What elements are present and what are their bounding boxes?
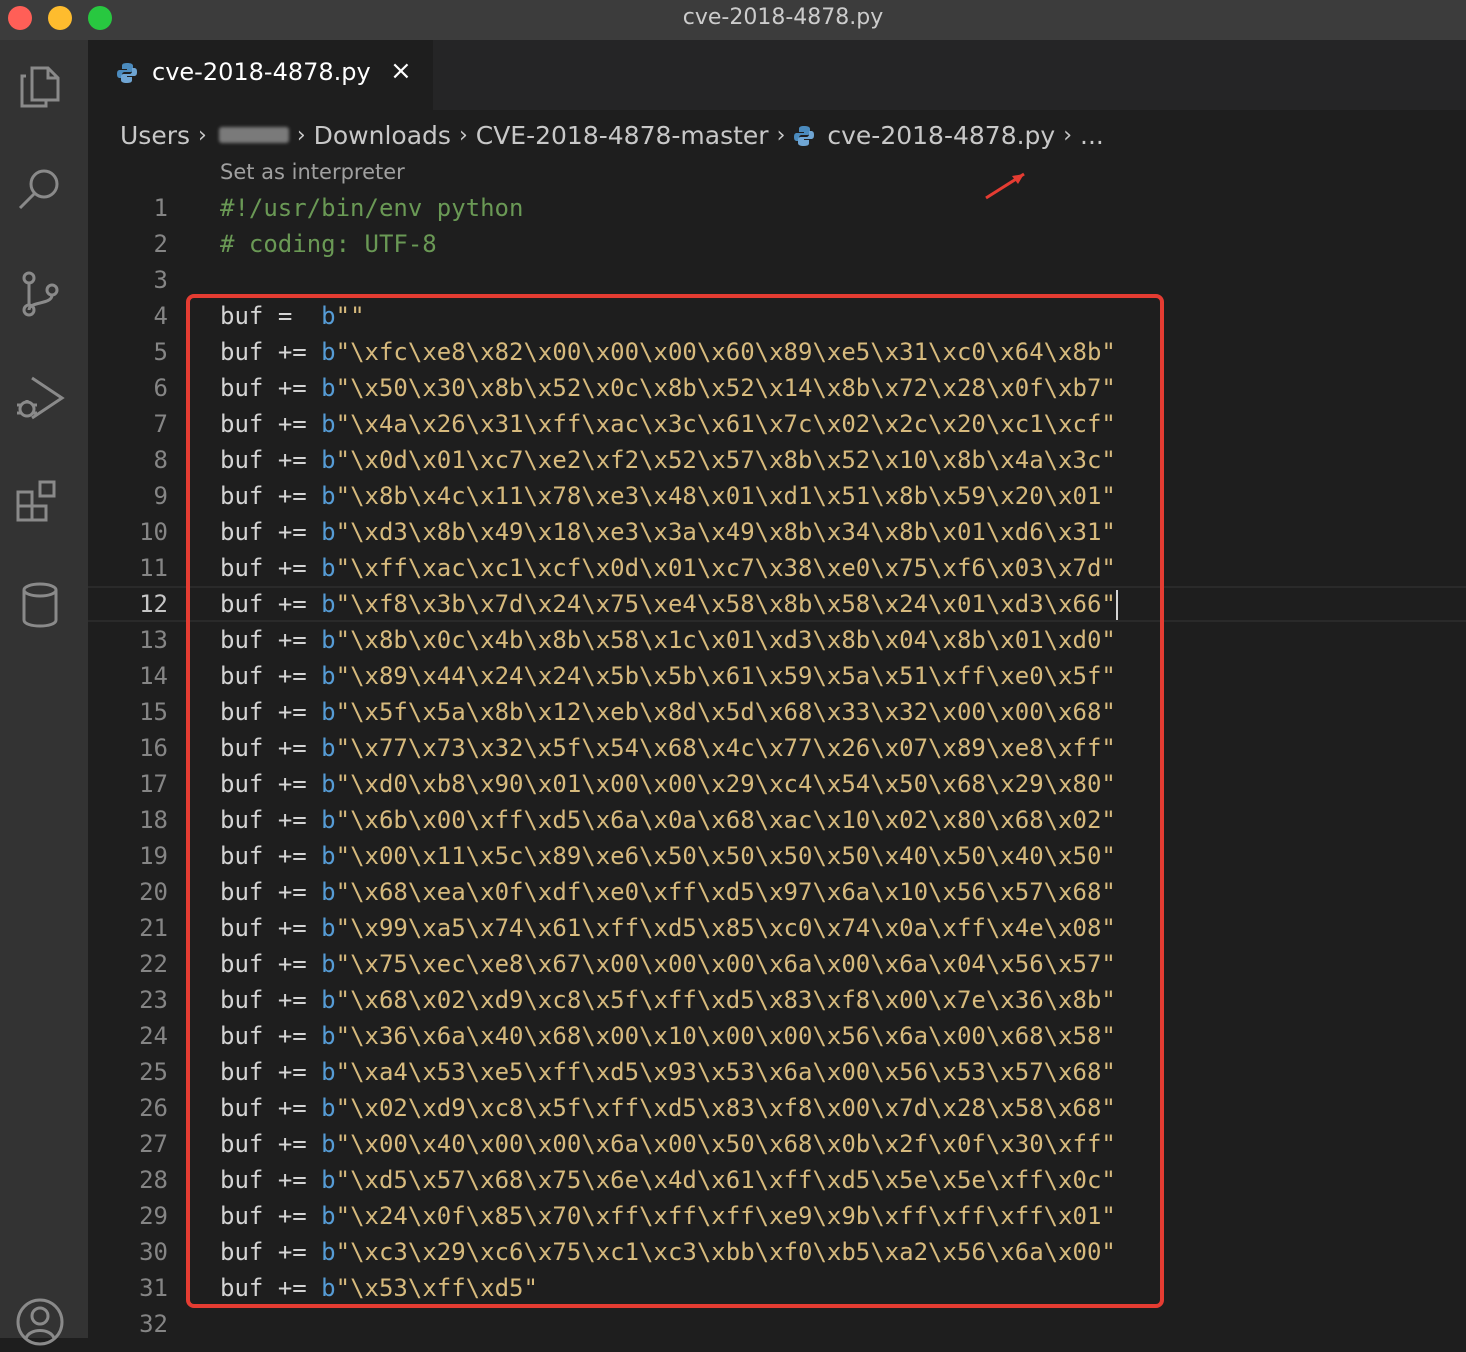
breadcrumb-users[interactable]: Users: [120, 121, 190, 150]
line-code: # coding: UTF-8: [220, 226, 437, 262]
line-number: 19: [139, 842, 168, 870]
extensions-icon[interactable]: [14, 476, 66, 528]
line-number: 2: [153, 230, 168, 258]
tab-label: cve-2018-4878.py: [152, 58, 371, 86]
line-number: 14: [139, 662, 168, 690]
annotation-highlight-box: [186, 294, 1164, 1308]
breadcrumb-symbols[interactable]: ...: [1080, 121, 1104, 150]
breadcrumb: Users › › Downloads › CVE-2018-4878-mast…: [120, 115, 1104, 155]
line-number: 10: [139, 518, 168, 546]
tab-bar: cve-2018-4878.py ×: [88, 40, 1466, 110]
line-number: 12: [139, 590, 168, 618]
line-number: 9: [153, 482, 168, 510]
breadcrumb-redacted-username[interactable]: [218, 127, 289, 143]
python-file-icon: [116, 62, 138, 84]
activity-bar: [0, 40, 88, 1346]
code-line[interactable]: 2 # coding: UTF-8: [88, 226, 1466, 262]
line-number: 22: [139, 950, 168, 978]
title-bar: cve-2018-4878.py: [0, 0, 1466, 40]
line-number: 29: [139, 1202, 168, 1230]
codelens-set-interpreter[interactable]: Set as interpreter: [220, 160, 405, 184]
line-number: 20: [139, 878, 168, 906]
python-file-icon: [793, 124, 815, 146]
chevron-right-icon: ›: [458, 122, 468, 148]
line-number: 30: [139, 1238, 168, 1266]
breadcrumb-downloads[interactable]: Downloads: [314, 121, 451, 150]
line-number: 16: [139, 734, 168, 762]
code-line[interactable]: 3: [88, 262, 1466, 298]
code-line[interactable]: 1 #!/usr/bin/env python: [88, 190, 1466, 226]
line-number: 15: [139, 698, 168, 726]
chevron-right-icon: ›: [1063, 122, 1073, 148]
search-icon[interactable]: [14, 164, 66, 216]
breadcrumb-file[interactable]: cve-2018-4878.py: [827, 121, 1055, 150]
line-code: #!/usr/bin/env python: [220, 190, 523, 226]
line-number: 18: [139, 806, 168, 834]
source-control-icon[interactable]: [14, 268, 66, 320]
code-line[interactable]: 32: [88, 1306, 1466, 1342]
line-number: 21: [139, 914, 168, 942]
line-number: 8: [153, 446, 168, 474]
line-number: 3: [153, 266, 168, 294]
close-icon[interactable]: ×: [390, 56, 412, 86]
comment-token: # coding: UTF-8: [220, 230, 437, 258]
line-number: 23: [139, 986, 168, 1014]
window-title: cve-2018-4878.py: [682, 5, 884, 30]
line-number: 13: [139, 626, 168, 654]
tab-cve-2018-4878[interactable]: cve-2018-4878.py ×: [88, 40, 433, 110]
line-number: 7: [153, 410, 168, 438]
chevron-right-icon: ›: [776, 122, 786, 148]
run-debug-icon[interactable]: [14, 372, 66, 424]
breadcrumb-folder[interactable]: CVE-2018-4878-master: [476, 121, 769, 150]
line-number: 26: [139, 1094, 168, 1122]
line-number: 24: [139, 1022, 168, 1050]
line-number: 17: [139, 770, 168, 798]
database-icon[interactable]: [14, 580, 66, 632]
line-number: 11: [139, 554, 168, 582]
chevron-right-icon: ›: [198, 122, 207, 148]
line-number: 28: [139, 1166, 168, 1194]
account-icon[interactable]: [14, 1296, 66, 1348]
line-number: 31: [139, 1274, 168, 1302]
line-number: 27: [139, 1130, 168, 1158]
comment-token: #!/usr/bin/env python: [220, 194, 524, 222]
line-number: 6: [153, 374, 168, 402]
files-icon[interactable]: [14, 60, 66, 112]
chevron-right-icon: ›: [296, 122, 306, 148]
line-number: 32: [139, 1310, 168, 1338]
line-number: 1: [153, 194, 168, 222]
line-number: 4: [153, 302, 168, 330]
line-number: 5: [153, 338, 168, 366]
line-number: 25: [139, 1058, 168, 1086]
